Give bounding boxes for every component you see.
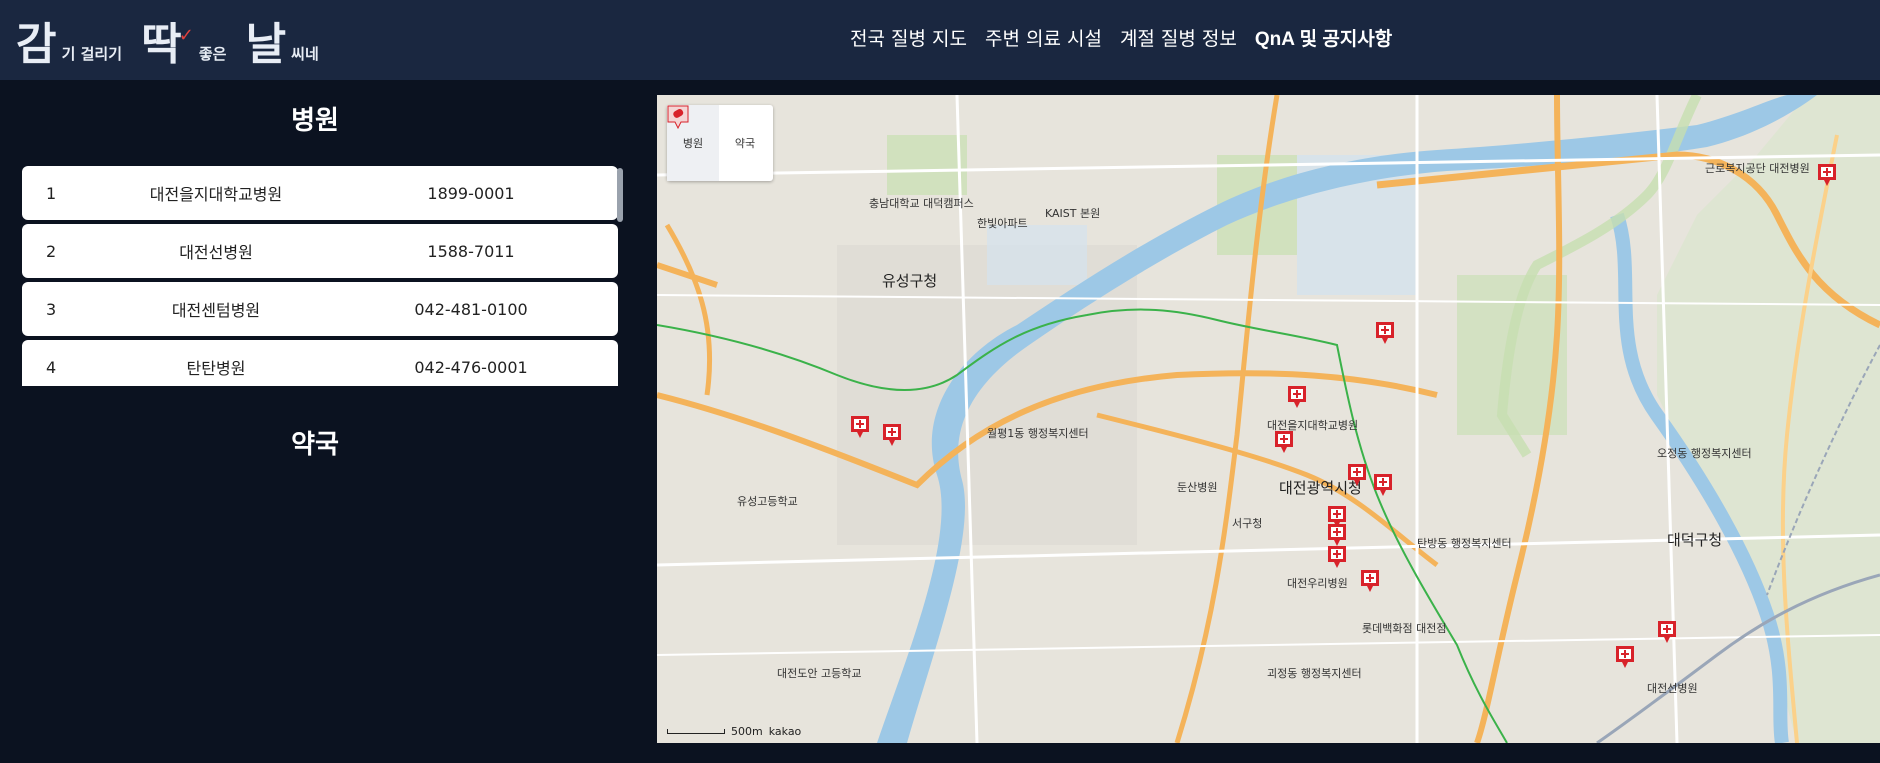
map-label-seo-gu-office: 서구청	[1232, 517, 1263, 530]
pharmacy-section-title: 약국	[291, 430, 339, 460]
hospital-name: 대전센텀병원	[171, 301, 261, 320]
hospital-marker-icon[interactable]	[1373, 473, 1393, 497]
hospital-phone: 1588-7011	[427, 241, 515, 261]
hospital-marker-icon[interactable]	[1375, 321, 1395, 345]
hospital-phone: 042-481-0100	[414, 299, 528, 319]
hospital-marker-icon[interactable]	[1327, 523, 1347, 547]
map-label-daedeok-gu-office: 대덕구청	[1667, 531, 1723, 549]
hospital-phone: 042-476-0001	[414, 357, 528, 377]
hospital-marker-icon[interactable]	[1657, 620, 1677, 644]
logo[interactable]: 감 기 걸리기 딱 ✓ 좋은 날 씨네	[16, 8, 333, 70]
map-label-yuseong-gu-office: 유성구청	[882, 272, 938, 290]
hospital-marker-icon[interactable]	[1274, 430, 1294, 454]
map-label-ojeong-center: 오정동 행정복지센터	[1657, 447, 1752, 460]
map-type-control: 병원 약국	[667, 105, 773, 181]
nav-nearby-medical[interactable]: 주변 의료 시설	[985, 24, 1102, 51]
row-number: 3	[46, 299, 57, 319]
hospital-marker-icon[interactable]	[1347, 463, 1367, 487]
row-number: 1	[46, 183, 57, 203]
map-label-woori-hospital: 대전우리병원	[1287, 577, 1348, 590]
hospital-filter-label: 병원	[682, 137, 704, 150]
list-item[interactable]: 4 탄탄병원 042-476-0001	[22, 340, 618, 386]
pharmacy-filter-label: 약국	[734, 137, 756, 150]
map-label-kaist: KAIST 본원	[1045, 207, 1101, 220]
map-view[interactable]: 유성구청 대전광역시청 서구청 대덕구청 대전을지대학교병원 대전선병원 대전우…	[657, 95, 1880, 743]
scale-distance: 500m	[731, 725, 763, 738]
nav-qna-notice[interactable]: QnA 및 공지사항	[1255, 24, 1392, 51]
list-item[interactable]: 1 대전을지대학교병원 1899-0001	[22, 166, 618, 220]
logo-char-1: 감	[16, 19, 57, 70]
logo-char-3: 날	[245, 19, 287, 70]
hospital-name: 탄탄병원	[186, 359, 246, 378]
list-item[interactable]: 3 대전센텀병원 042-481-0100	[22, 282, 618, 336]
map-label-tanbang-center: 탄방동 행정복지센터	[1417, 537, 1512, 550]
hospital-name: 대전을지대학교병원	[149, 185, 283, 204]
pharmacy-filter-button[interactable]: 약국	[667, 105, 771, 181]
hospital-marker-icon[interactable]	[1327, 545, 1347, 569]
map-scale: 500m kakao	[667, 725, 801, 738]
map-label-dunsan-hospital: 둔산병원	[1177, 481, 1218, 494]
scale-bar	[667, 729, 725, 734]
hospital-section-title: 병원	[291, 106, 339, 136]
main-nav: 전국 질병 지도 주변 의료 시설 계절 질병 정보 QnA 및 공지사항	[850, 24, 1392, 51]
map-label-lotte-dept: 롯데백화점 대전점	[1362, 622, 1447, 635]
hospital-marker-icon[interactable]	[1360, 569, 1380, 593]
map-label-comwel-hospital: 근로복지공단 대전병원	[1705, 162, 1810, 175]
map-label-wolpyeong-center: 월평1동 행정복지센터	[987, 427, 1089, 440]
hospital-marker-icon[interactable]	[850, 415, 870, 439]
list-scrollbar[interactable]	[617, 168, 623, 222]
header: 감 기 걸리기 딱 ✓ 좋은 날 씨네 전국 질병 지도 주변 의료 시설 계절…	[0, 0, 1880, 80]
nav-disease-map[interactable]: 전국 질병 지도	[850, 24, 967, 51]
map-brand: kakao	[768, 725, 802, 738]
hospital-marker-icon[interactable]	[882, 423, 902, 447]
map-label-sun-hospital: 대전선병원	[1647, 682, 1698, 695]
logo-char-2: 딱	[141, 19, 182, 70]
list-item[interactable]: 2 대전선병원 1588-7011	[22, 224, 618, 278]
logo-text-3: 씨네	[291, 45, 319, 63]
map-label-goejeong-center: 괴정동 행정복지센터	[1267, 667, 1362, 680]
row-number: 2	[46, 241, 57, 261]
hospital-phone: 1899-0001	[427, 183, 515, 203]
check-icon: ✓	[178, 25, 194, 46]
map-label-cnu-campus: 충남대학교 대덕캠퍼스	[869, 197, 974, 210]
row-number: 4	[46, 357, 57, 377]
logo-text-1: 기 걸리기	[61, 45, 123, 63]
hospital-name: 대전선병원	[179, 243, 253, 262]
nav-seasonal-disease[interactable]: 계절 질병 정보	[1120, 24, 1237, 51]
hospital-list[interactable]: 1 대전을지대학교병원 1899-0001 2 대전선병원 1588-7011 …	[22, 166, 622, 386]
hospital-marker-icon[interactable]	[1615, 645, 1635, 669]
logo-text-2: 좋은	[198, 45, 227, 63]
hospital-marker-icon[interactable]	[1817, 163, 1837, 187]
hospital-marker-icon[interactable]	[1287, 385, 1307, 409]
map-label-doan-high: 대전도안 고등학교	[777, 667, 862, 680]
map-label-yuseong-high: 유성고등학교	[737, 495, 798, 508]
map-label-hanbit-apt: 한빛아파트	[977, 217, 1028, 230]
